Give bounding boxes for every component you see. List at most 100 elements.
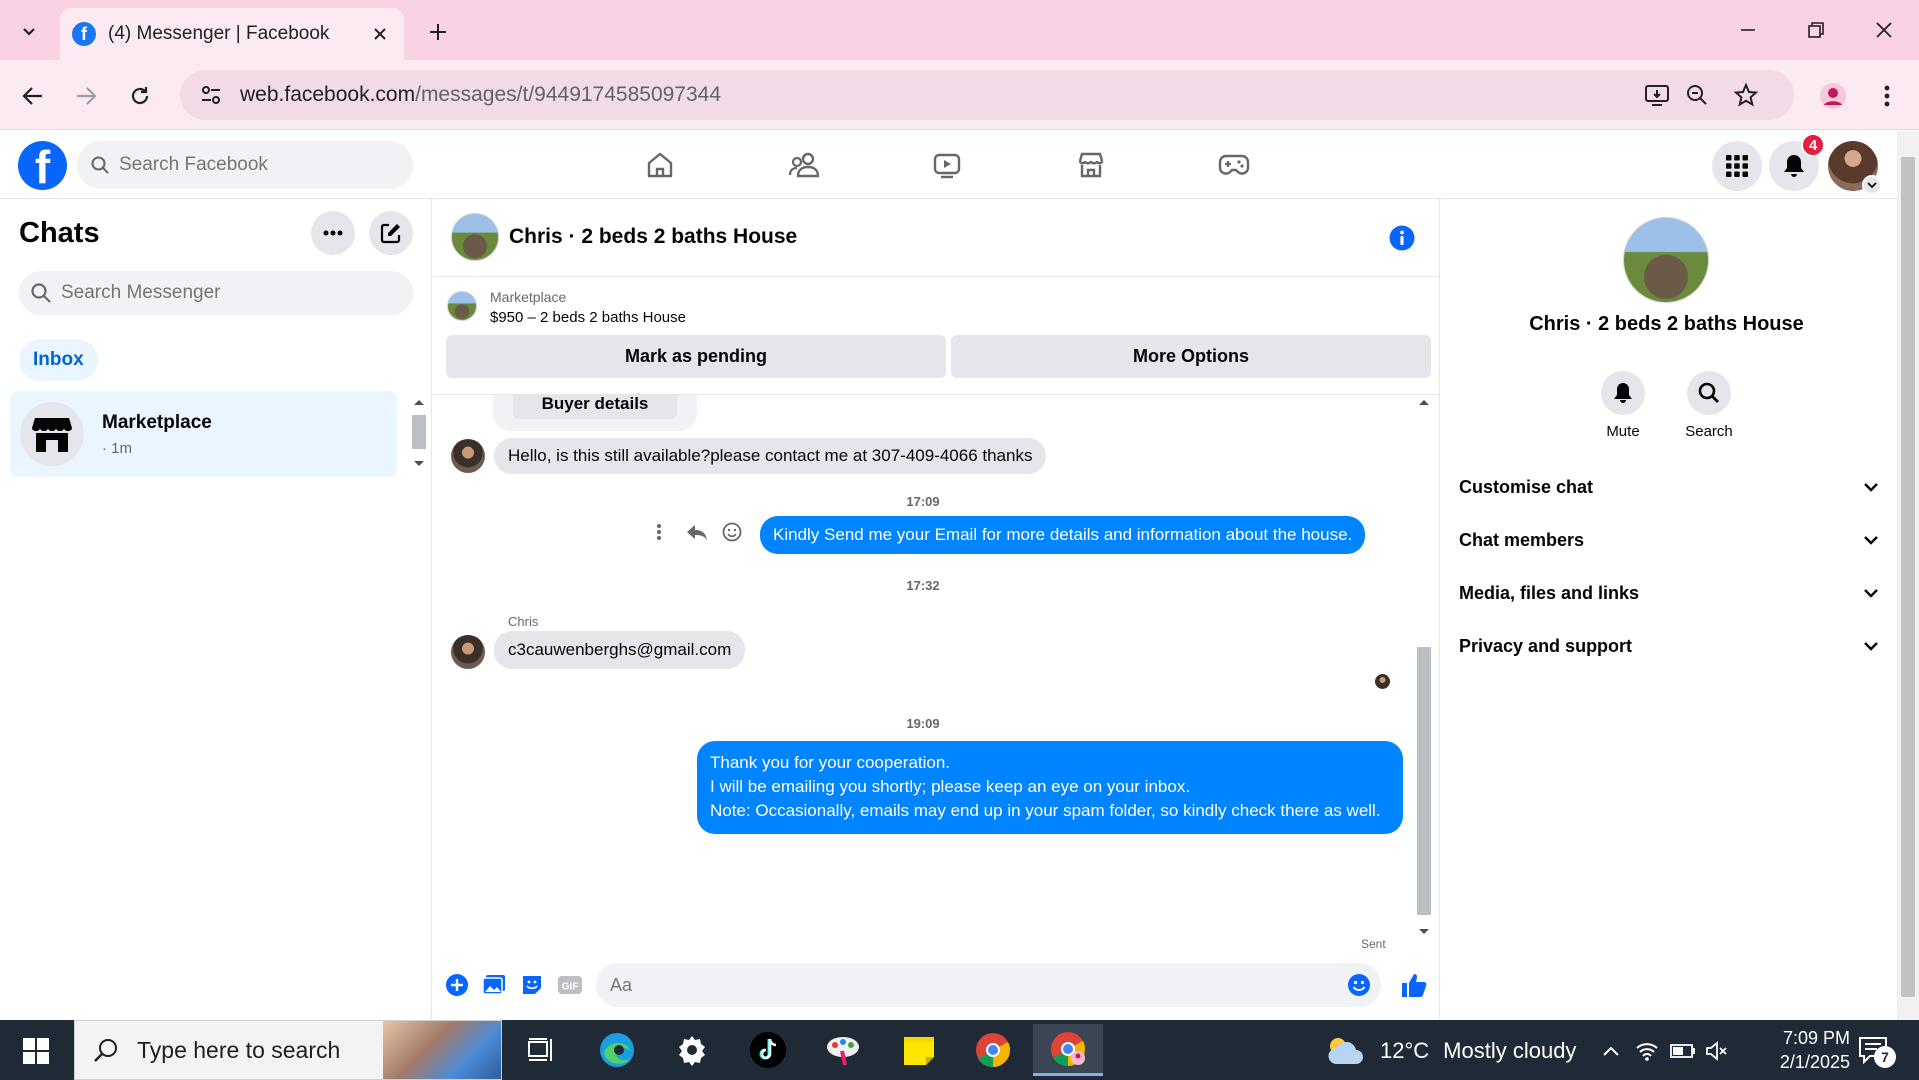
reply-icon[interactable] [686, 523, 708, 541]
restore-button[interactable] [1794, 10, 1838, 50]
minimize-button[interactable] [1726, 10, 1770, 50]
facebook-search[interactable] [77, 141, 413, 189]
scroll-down-icon[interactable] [1414, 925, 1434, 939]
search-icon [94, 1039, 117, 1062]
inbox-filter-pill[interactable]: Inbox [19, 339, 98, 381]
mark-as-pending-button[interactable]: Mark as pending [446, 335, 946, 378]
facebook-logo-icon[interactable]: f [18, 141, 67, 190]
more-options-button[interactable]: More Options [951, 335, 1431, 378]
facebook-header: f 4 [0, 131, 1897, 199]
forward-button[interactable] [66, 76, 106, 116]
taskbar-edge[interactable] [582, 1024, 652, 1076]
emoji-icon[interactable] [1347, 973, 1371, 997]
task-view-button[interactable] [506, 1024, 576, 1076]
chevron-down-icon [1864, 642, 1878, 651]
scroll-down-icon[interactable] [409, 457, 429, 471]
battery-icon[interactable] [1670, 1038, 1696, 1064]
listing-title[interactable]: $950 – 2 beds 2 baths House [490, 309, 686, 326]
message-input[interactable] [610, 974, 1310, 996]
browser-tab-messenger[interactable]: f (4) Messenger | Facebook [60, 8, 404, 60]
close-window-button[interactable] [1862, 10, 1906, 50]
notifications-button[interactable]: 4 [1769, 133, 1825, 191]
conversation-avatar[interactable] [451, 213, 499, 261]
zoom-icon[interactable] [1677, 75, 1717, 115]
message-incoming-email[interactable]: c3cauwenberghs@gmail.com [494, 631, 746, 669]
react-smile-icon[interactable] [722, 522, 742, 542]
volume-muted-icon[interactable] [1704, 1038, 1730, 1064]
send-like-button[interactable] [1399, 970, 1429, 1000]
accordion-media-files-links[interactable]: Media, files and links [1459, 571, 1879, 615]
taskbar-settings[interactable] [657, 1024, 727, 1076]
new-tab-button[interactable] [420, 14, 456, 50]
buyer-details-button[interactable]: Buyer details [513, 395, 677, 419]
page-scrollbar-thumb[interactable] [1901, 157, 1915, 997]
page-scrollbar[interactable] [1897, 131, 1919, 1020]
menu-button[interactable] [1712, 141, 1762, 191]
sender-avatar[interactable] [451, 635, 485, 669]
taskbar-search[interactable]: Type here to search [74, 1020, 502, 1080]
sender-avatar[interactable] [451, 439, 485, 473]
conversation-title[interactable]: Chris · 2 beds 2 baths House [509, 225, 797, 249]
chat-info-avatar[interactable] [1623, 217, 1709, 303]
install-app-icon[interactable] [1637, 75, 1677, 115]
account-avatar[interactable] [1828, 141, 1882, 195]
message-input-box[interactable] [596, 963, 1381, 1007]
thread-scrollbar[interactable] [1414, 395, 1434, 942]
chrome-menu-button[interactable] [1867, 76, 1907, 116]
reload-button[interactable] [120, 76, 160, 116]
listing-thumbnail[interactable] [447, 291, 477, 321]
weather-widget[interactable]: 12°C Mostly cloudy [1324, 1034, 1576, 1068]
tab-search-button[interactable] [12, 14, 46, 48]
tab-close-icon[interactable] [368, 22, 392, 46]
nav-home[interactable] [630, 143, 690, 187]
messenger-search[interactable] [19, 271, 413, 315]
nav-marketplace[interactable] [1061, 143, 1121, 187]
taskbar-search-placeholder: Type here to search [137, 1036, 341, 1063]
taskbar-clock[interactable]: 7:09 PM 2/1/2025 [1740, 1026, 1850, 1074]
chevron-down-icon [1864, 536, 1878, 545]
profile-button[interactable] [1813, 76, 1853, 116]
attach-photo-button[interactable] [481, 972, 507, 998]
scroll-up-icon[interactable] [1414, 395, 1434, 409]
accordion-customise-chat[interactable]: Customise chat [1459, 465, 1879, 509]
taskbar-chrome[interactable] [958, 1024, 1028, 1076]
message-outgoing-long[interactable]: Thank you for your cooperation. I will b… [697, 741, 1403, 834]
start-button[interactable] [14, 1034, 58, 1068]
sticker-button[interactable] [519, 972, 545, 998]
show-hidden-icons-chevron-up-icon[interactable] [1598, 1038, 1624, 1064]
nav-friends[interactable] [774, 143, 834, 187]
message-outgoing[interactable]: Kindly Send me your Email for more detai… [760, 516, 1366, 554]
gif-button[interactable]: GIF [557, 972, 583, 998]
nav-watch[interactable] [917, 143, 977, 187]
bookmark-star-icon[interactable] [1726, 75, 1766, 115]
search-action[interactable]: Search [1669, 371, 1749, 440]
more-actions-button[interactable] [444, 972, 470, 998]
chat-list-scrollbar[interactable] [409, 395, 429, 473]
back-button[interactable] [13, 76, 53, 116]
more-vertical-icon[interactable] [656, 523, 662, 541]
new-message-button[interactable] [369, 211, 413, 255]
taskbar-chrome-profile-active[interactable] [1033, 1024, 1103, 1076]
messenger-search-input[interactable] [61, 282, 321, 304]
chevron-down-icon [23, 28, 35, 36]
wifi-icon[interactable] [1634, 1038, 1660, 1064]
facebook-favicon-icon: f [72, 22, 96, 46]
chats-options-button[interactable] [311, 211, 355, 255]
facebook-search-input[interactable] [119, 154, 379, 176]
chat-list-item-marketplace[interactable]: Marketplace · 1m [10, 391, 397, 477]
address-bar[interactable]: web.facebook.com/messages/t/944917458509… [180, 70, 1794, 120]
mute-action[interactable]: Mute [1583, 371, 1663, 440]
accordion-privacy-support[interactable]: Privacy and support [1459, 624, 1879, 668]
chat-list-scrollbar-thumb[interactable] [412, 415, 426, 449]
notification-center-button[interactable]: 7 [1858, 1036, 1896, 1068]
nav-gaming[interactable] [1204, 143, 1264, 187]
info-icon[interactable] [1389, 225, 1415, 251]
thread-scrollbar-thumb[interactable] [1417, 647, 1431, 915]
taskbar-paint[interactable] [808, 1024, 878, 1076]
scroll-up-icon[interactable] [409, 395, 429, 409]
taskbar-tiktok[interactable] [733, 1024, 803, 1076]
message-incoming[interactable]: Hello, is this still available?please co… [494, 438, 1047, 474]
site-settings-icon[interactable] [200, 84, 222, 106]
taskbar-sticky-notes[interactable] [884, 1024, 954, 1076]
accordion-chat-members[interactable]: Chat members [1459, 518, 1879, 562]
